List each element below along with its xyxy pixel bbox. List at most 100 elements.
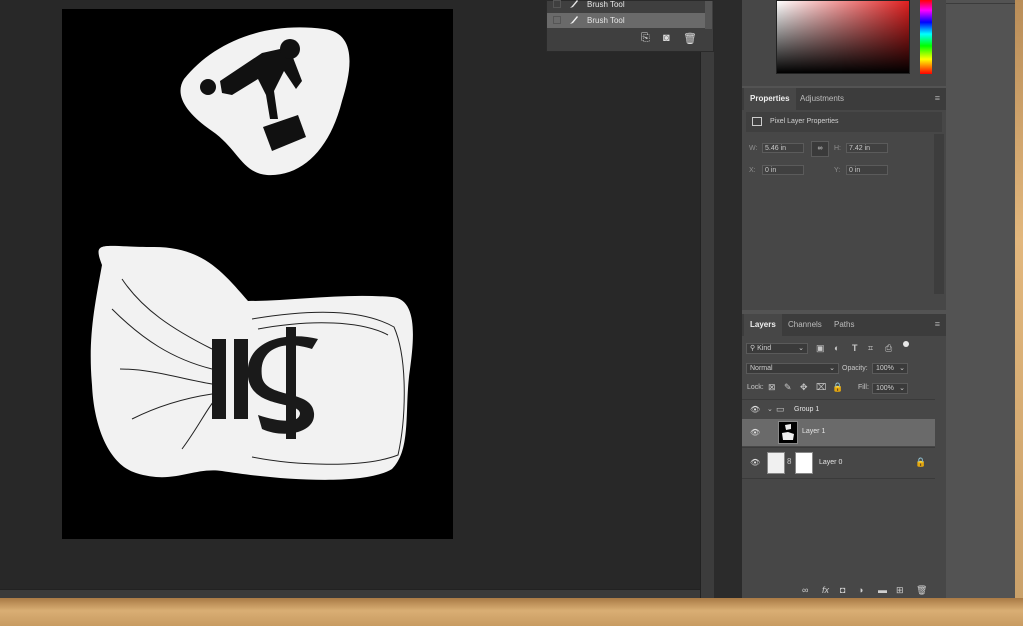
layers-tabs: Layers Channels Paths ≡ xyxy=(742,314,946,337)
lock-icon: 🔒 xyxy=(915,457,927,467)
layer-row-selected[interactable]: 👁 Layer 1 xyxy=(742,419,935,446)
tab-paths[interactable]: Paths xyxy=(828,314,860,336)
lock-transparent-icon[interactable]: ⊠ xyxy=(768,382,776,393)
trash-icon[interactable]: 🗑 xyxy=(916,585,927,596)
trash-icon[interactable]: 🗑 xyxy=(683,32,697,45)
layer-name: Layer 1 xyxy=(802,428,826,435)
businessman-sticker xyxy=(180,27,350,176)
lock-label: Lock: xyxy=(747,384,764,391)
y-label: Y: xyxy=(834,167,841,174)
properties-header-label: Pixel Layer Properties xyxy=(770,118,839,125)
lock-all-icon[interactable]: 🔒 xyxy=(832,382,843,393)
adjustment-filter-icon[interactable]: ◐ xyxy=(834,343,839,353)
visibility-eye-icon[interactable]: 👁 xyxy=(750,428,760,437)
document-canvas[interactable] xyxy=(62,9,453,539)
lock-image-icon[interactable]: ✎ xyxy=(784,382,792,393)
layer-row[interactable]: 👁 8 Layer 0 🔒 xyxy=(742,447,935,479)
layer-row-group[interactable]: 👁 ⌄ ▭ Group 1 xyxy=(742,399,935,420)
new-group-icon[interactable]: ▬ xyxy=(878,585,887,595)
panel-menu-icon[interactable]: ≡ xyxy=(935,93,940,103)
hue-slider[interactable] xyxy=(920,0,932,74)
width-field[interactable]: 5.46 in xyxy=(762,143,804,153)
adjustment-layer-icon[interactable]: ◑ xyxy=(858,585,863,595)
tab-channels[interactable]: Channels xyxy=(782,314,828,336)
height-field[interactable]: 7.42 in xyxy=(846,143,888,153)
brush-icon xyxy=(570,0,578,8)
pixel-layer-icon xyxy=(752,117,762,126)
properties-panel xyxy=(742,110,946,310)
fill-label: Fill: xyxy=(858,384,869,391)
chevron-down-icon: ⌄ xyxy=(829,365,835,372)
color-field[interactable] xyxy=(776,0,910,74)
history-footer: ⎘ ◙ 🗑 xyxy=(547,31,713,47)
history-row[interactable]: Brush Tool xyxy=(547,0,707,12)
camera-icon[interactable]: ◙ xyxy=(663,32,670,44)
folder-icon: ▭ xyxy=(776,404,785,414)
add-mask-icon[interactable]: ◘ xyxy=(840,585,845,595)
tab-layers[interactable]: Layers xyxy=(744,314,782,336)
properties-tabs: Properties Adjustments ≡ xyxy=(742,88,946,111)
brush-icon xyxy=(570,16,578,24)
shape-filter-icon[interactable]: ⌗ xyxy=(868,343,873,354)
new-layer-icon[interactable]: ⊞ xyxy=(896,585,904,596)
tab-adjustments[interactable]: Adjustments xyxy=(794,88,850,110)
blend-mode-label: Normal xyxy=(750,365,773,372)
mask-link-icon[interactable]: 8 xyxy=(787,457,791,466)
lock-position-icon[interactable]: ✥ xyxy=(800,382,808,393)
type-filter-icon[interactable]: T xyxy=(852,343,858,353)
snapshot-checkbox[interactable] xyxy=(553,0,561,8)
layer-name: Layer 0 xyxy=(819,459,843,466)
panel-dock-gap xyxy=(714,0,742,600)
vertical-scrollbar[interactable] xyxy=(700,0,715,600)
history-row-label: Brush Tool xyxy=(587,16,625,25)
layer-thumbnail xyxy=(778,421,798,444)
pixel-filter-icon[interactable]: ▣ xyxy=(816,343,825,354)
fill-value: 100% xyxy=(876,385,894,392)
fill-field[interactable]: 100% ⌄ xyxy=(872,383,908,394)
filter-toggle-icon[interactable] xyxy=(903,341,909,347)
layer-mask-thumbnail[interactable] xyxy=(795,452,813,474)
properties-scrollbar[interactable] xyxy=(934,134,944,294)
link-layers-icon[interactable]: ∞ xyxy=(802,585,808,595)
properties-header: Pixel Layer Properties xyxy=(746,112,942,132)
smart-object-filter-icon[interactable]: ⎙ xyxy=(885,343,892,354)
canvas-artwork xyxy=(90,27,413,480)
fx-icon[interactable]: fx xyxy=(822,585,829,595)
layer-name: Group 1 xyxy=(794,406,820,413)
filter-kind-dropdown[interactable]: ⚲ Kind ⌄ xyxy=(746,343,808,354)
filter-kind-label: Kind xyxy=(757,345,772,352)
tab-properties[interactable]: Properties xyxy=(744,88,796,110)
dock-strip xyxy=(946,0,1015,600)
chevron-down-icon: ⌄ xyxy=(899,365,905,372)
link-icon[interactable]: ∞ xyxy=(811,141,829,157)
blend-mode-dropdown[interactable]: Normal ⌄ xyxy=(746,363,839,374)
panel-menu-icon[interactable]: ≡ xyxy=(935,319,940,329)
opacity-label: Opacity: xyxy=(842,365,868,372)
snapshot-checkbox[interactable] xyxy=(553,16,561,24)
document-canvas-area[interactable] xyxy=(0,0,700,589)
width-label: W: xyxy=(749,145,758,152)
height-label: H: xyxy=(834,145,841,152)
chevron-down-icon: ⌄ xyxy=(899,385,905,392)
visibility-eye-icon[interactable]: 👁 xyxy=(750,458,760,467)
new-document-from-state-icon[interactable]: ⎘ xyxy=(641,32,650,45)
desk-background-right xyxy=(1015,0,1023,600)
desk-background xyxy=(0,598,1023,626)
x-label: X: xyxy=(749,167,756,174)
opacity-value: 100% xyxy=(876,365,894,372)
history-panel: Brush Tool Brush Tool ⎘ ◙ 🗑 xyxy=(546,0,714,52)
y-field[interactable]: 0 in xyxy=(846,165,888,175)
search-icon: ⚲ xyxy=(750,345,756,352)
layer-thumbnail xyxy=(767,452,785,474)
chevron-down-icon[interactable]: ⌄ xyxy=(767,405,773,413)
photoshop-window: Brush Tool Brush Tool ⎘ ◙ 🗑 Properties A… xyxy=(0,0,1015,600)
x-field[interactable]: 0 in xyxy=(762,165,804,175)
opacity-field[interactable]: 100% ⌄ xyxy=(872,363,908,374)
visibility-eye-icon[interactable]: 👁 xyxy=(750,405,760,414)
lock-artboard-icon[interactable]: ⌧ xyxy=(816,382,826,393)
history-scrollbar[interactable] xyxy=(705,1,712,29)
history-row-label: Brush Tool xyxy=(587,0,625,9)
chevron-down-icon: ⌄ xyxy=(798,345,804,352)
thumbnail-art xyxy=(782,424,794,440)
history-row-selected[interactable]: Brush Tool xyxy=(547,13,707,28)
